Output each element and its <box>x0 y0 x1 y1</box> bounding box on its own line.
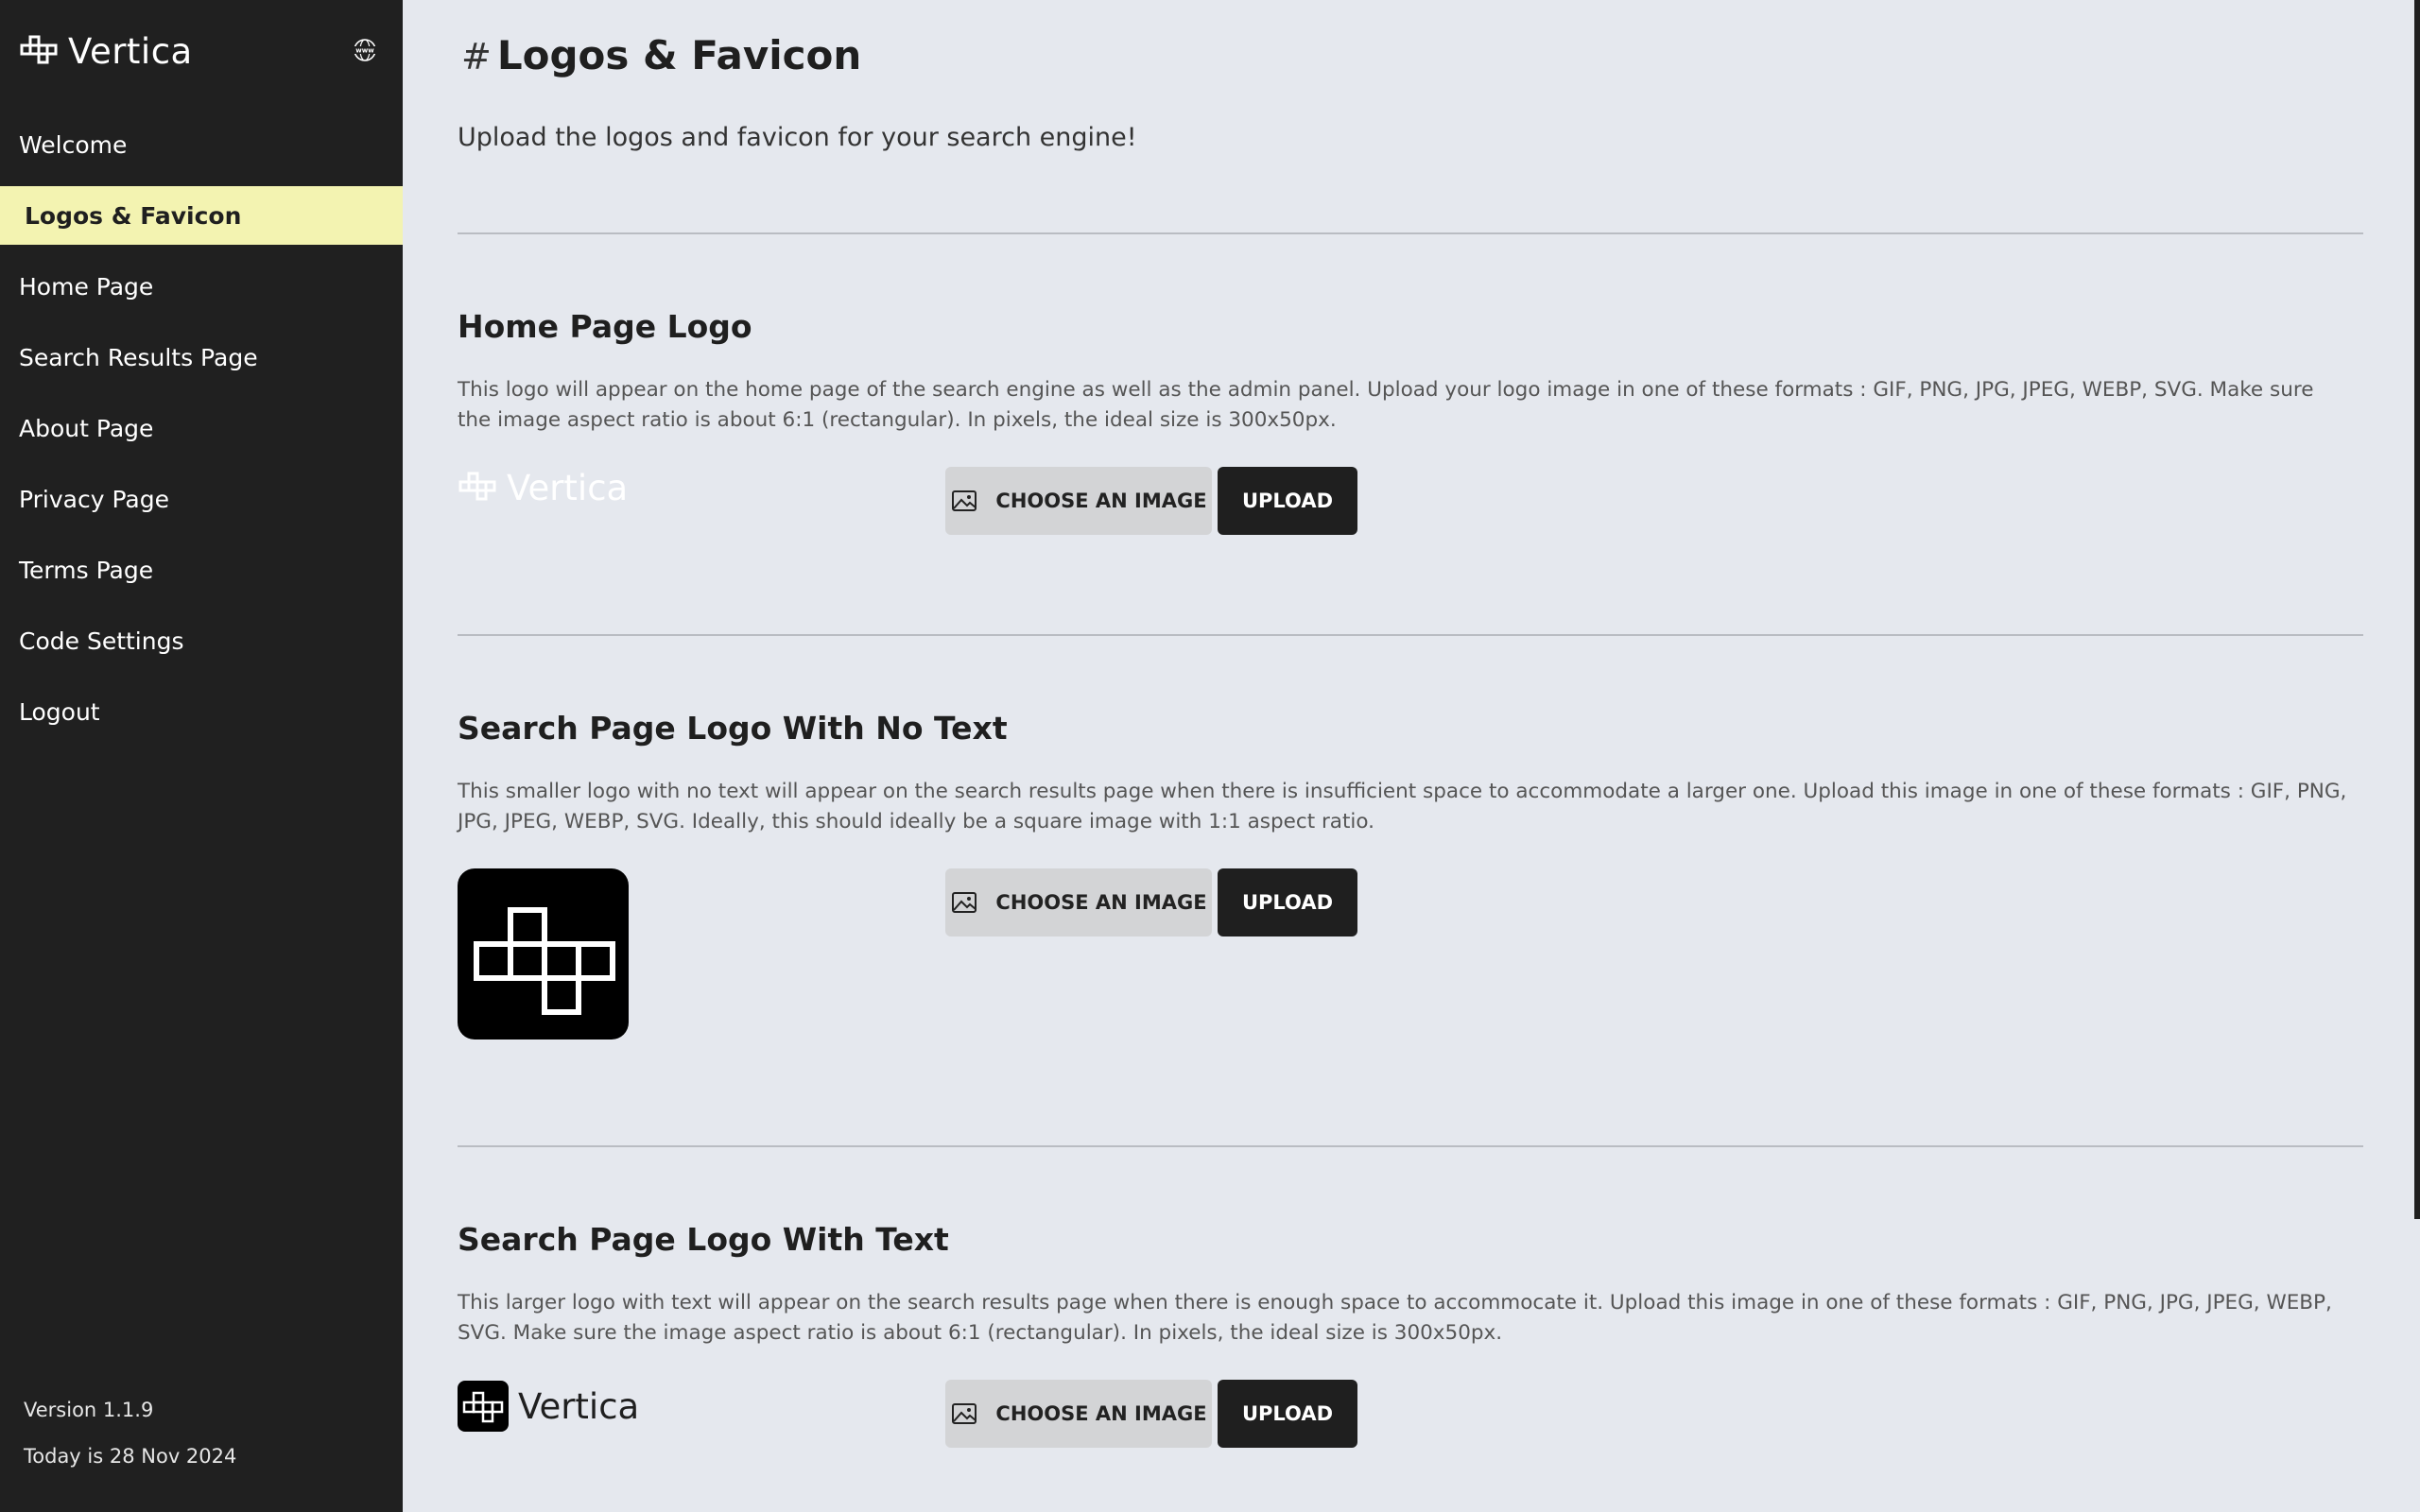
sidebar-item-label: Privacy Page <box>19 485 169 513</box>
sidebar-item-label: Terms Page <box>19 556 154 584</box>
sidebar-item-label: Home Page <box>19 272 154 301</box>
preview-logo-text: Vertica <box>518 1385 640 1427</box>
upload-button[interactable]: UPLOAD <box>1218 1380 1357 1448</box>
sidebar-item-about-page[interactable]: About Page <box>0 399 403 457</box>
sidebar-item-home-page[interactable]: Home Page <box>0 257 403 316</box>
preview-logo-text: Vertica <box>507 467 629 508</box>
hash-symbol: # <box>461 36 492 77</box>
sidebar-item-label: Welcome <box>19 130 128 159</box>
today-date-text: Today is 28 Nov 2024 <box>24 1445 237 1468</box>
choose-image-button[interactable]: CHOOSE AN IMAGE <box>945 868 1212 936</box>
sidebar-item-welcome[interactable]: Welcome <box>0 115 403 174</box>
section-description: This smaller logo with no text will appe… <box>458 780 2347 833</box>
image-icon <box>952 892 977 913</box>
version-text: Version 1.1.9 <box>24 1399 154 1421</box>
upload-button[interactable]: UPLOAD <box>1218 467 1357 535</box>
sidebar-item-label: Logos & Favicon <box>25 201 242 230</box>
sidebar-item-search-results-page[interactable]: Search Results Page <box>0 328 403 387</box>
brand-logo[interactable]: Vertica <box>19 28 193 74</box>
vertica-cross-icon <box>20 35 58 64</box>
sidebar-item-label: Code Settings <box>19 627 184 655</box>
page-subtitle: Upload the logos and favicon for your se… <box>458 123 1137 152</box>
image-icon <box>952 490 977 511</box>
svg-text:www: www <box>355 47 374 55</box>
sidebar-item-terms-page[interactable]: Terms Page <box>0 541 403 599</box>
scrollbar[interactable] <box>2414 0 2420 1219</box>
sidebar-item-code-settings[interactable]: Code Settings <box>0 611 403 670</box>
choose-image-label: CHOOSE AN IMAGE <box>995 490 1207 512</box>
section-title: Home Page Logo <box>458 308 752 345</box>
page-title-text: Logos & Favicon <box>496 32 862 78</box>
search-logo-text-preview: Vertica <box>458 1380 639 1433</box>
choose-image-button[interactable]: CHOOSE AN IMAGE <box>945 467 1212 535</box>
sidebar-item-logos-favicon[interactable]: Logos & Favicon <box>0 186 403 245</box>
divider <box>458 232 2363 234</box>
upload-label: UPLOAD <box>1241 490 1334 512</box>
divider <box>458 634 2363 636</box>
vertica-square-icon <box>458 1381 509 1432</box>
section-description: This logo will appear on the home page o… <box>458 378 2314 432</box>
section-description: This larger logo with text will appear o… <box>458 1291 2332 1345</box>
sidebar-item-label: Search Results Page <box>19 343 258 371</box>
sidebar-item-privacy-page[interactable]: Privacy Page <box>0 470 403 528</box>
brand-name: Vertica <box>68 30 193 72</box>
upload-label: UPLOAD <box>1241 1402 1334 1425</box>
sidebar-item-label: About Page <box>19 414 154 442</box>
home-logo-preview: Vertica <box>458 467 629 508</box>
www-globe-icon[interactable]: www <box>352 37 378 63</box>
upload-button[interactable]: UPLOAD <box>1218 868 1357 936</box>
sidebar-nav: Welcome Logos & Favicon Home Page Search… <box>0 115 403 753</box>
choose-image-button[interactable]: CHOOSE AN IMAGE <box>945 1380 1212 1448</box>
page-title: # Logos & Favicon <box>461 32 861 78</box>
sidebar-item-logout[interactable]: Logout <box>0 682 403 741</box>
choose-image-label: CHOOSE AN IMAGE <box>995 891 1207 914</box>
vertica-cross-icon <box>458 472 496 501</box>
square-logo-preview <box>458 868 629 1040</box>
divider <box>458 1145 2363 1147</box>
sidebar: Vertica www Welcome Logos & Favicon Home… <box>0 0 403 1512</box>
section-title: Search Page Logo With Text <box>458 1221 949 1258</box>
sidebar-item-label: Logout <box>19 697 100 726</box>
choose-image-label: CHOOSE AN IMAGE <box>995 1402 1207 1425</box>
vertica-cross-icon <box>474 907 615 1015</box>
section-title: Search Page Logo With No Text <box>458 710 1008 747</box>
upload-label: UPLOAD <box>1241 891 1334 914</box>
main-content: # Logos & Favicon Upload the logos and f… <box>403 0 2420 1512</box>
image-icon <box>952 1403 977 1424</box>
